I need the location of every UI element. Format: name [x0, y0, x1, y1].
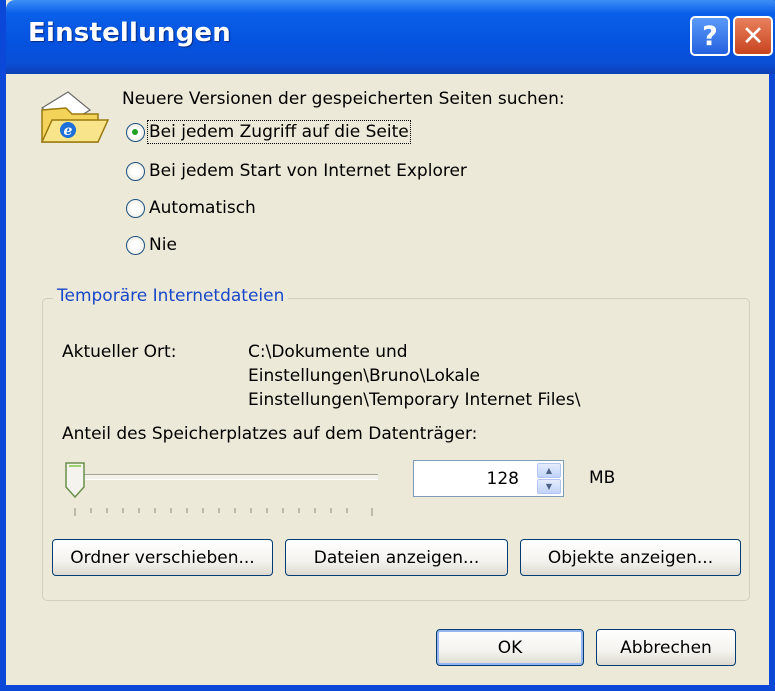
current-location-label: Aktueller Ort:	[62, 342, 177, 362]
radio-label: Automatisch	[149, 198, 256, 218]
spin-up-button[interactable]: ▲	[537, 463, 561, 478]
disk-space-value[interactable]: 128	[487, 469, 519, 489]
radio-label: Bei jedem Zugriff auf die Seite	[147, 120, 411, 144]
folder-ie-icon: e	[40, 91, 110, 143]
title-bar[interactable]: Einstellungen ? ✕	[6, 0, 775, 74]
view-files-button-label: Dateien anzeigen...	[313, 547, 480, 568]
view-objects-button-label: Objekte anzeigen...	[547, 547, 714, 568]
spin-buttons: ▲ ▼	[537, 463, 561, 494]
cancel-button[interactable]: Abbrechen	[596, 629, 736, 666]
radio-button[interactable]	[126, 235, 145, 255]
help-button[interactable]: ?	[690, 16, 730, 56]
disk-space-slider-thumb[interactable]	[64, 461, 86, 499]
radio-never[interactable]: Nie	[126, 231, 177, 259]
radio-every-visit[interactable]: Bei jedem Zugriff auf die Seite	[126, 118, 411, 146]
window-title: Einstellungen	[28, 18, 231, 48]
radio-label: Nie	[149, 235, 177, 255]
location-line-2: Einstellungen\Bruno\Lokale	[248, 366, 481, 386]
radio-button[interactable]	[126, 161, 145, 181]
close-button[interactable]: ✕	[733, 16, 773, 56]
location-line-1: C:\Dokumente und	[248, 342, 408, 362]
temp-files-group-label: Temporäre Internetdateien	[53, 286, 289, 306]
check-versions-label: Neuere Versionen der gespeicherten Seite…	[122, 89, 565, 109]
radio-label: Bei jedem Start von Internet Explorer	[149, 161, 467, 181]
slider-ticks	[74, 508, 373, 516]
disk-space-input[interactable]: 128 ▲ ▼	[413, 460, 564, 497]
radio-every-start[interactable]: Bei jedem Start von Internet Explorer	[126, 157, 467, 185]
disk-space-slider-track[interactable]	[68, 474, 378, 480]
move-folder-button[interactable]: Ordner verschieben...	[52, 539, 273, 576]
move-folder-button-label: Ordner verschieben...	[70, 547, 255, 568]
disk-unit-label: MB	[589, 468, 616, 488]
radio-button[interactable]	[126, 198, 145, 218]
ok-button[interactable]: OK	[436, 629, 584, 666]
view-files-button[interactable]: Dateien anzeigen...	[285, 539, 508, 576]
spin-down-button[interactable]: ▼	[537, 479, 561, 494]
view-objects-button[interactable]: Objekte anzeigen...	[520, 539, 741, 576]
svg-text:e: e	[64, 123, 73, 139]
cancel-button-label: Abbrechen	[620, 637, 712, 658]
location-line-3: Einstellungen\Temporary Internet Files\	[248, 390, 581, 410]
ok-button-label: OK	[497, 637, 523, 658]
radio-automatic[interactable]: Automatisch	[126, 194, 256, 222]
disk-space-label: Anteil des Speicherplatzes auf dem Daten…	[62, 424, 478, 444]
radio-button[interactable]	[126, 122, 145, 142]
